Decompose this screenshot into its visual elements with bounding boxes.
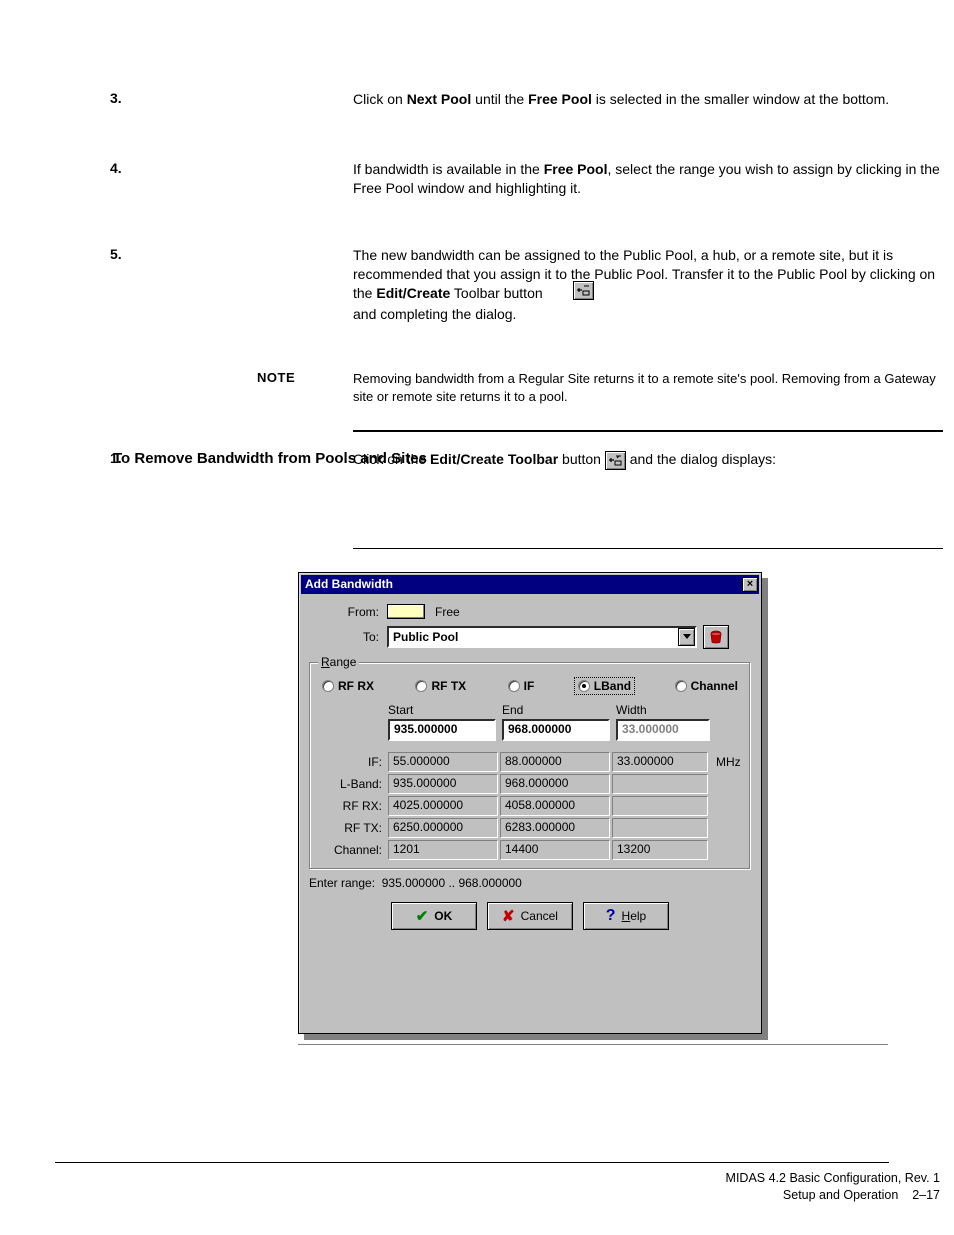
cell: 88.000000 <box>500 752 610 772</box>
close-button[interactable]: × <box>742 577 758 592</box>
cell: 6250.000000 <box>388 818 498 838</box>
start-input[interactable]: 935.000000 <box>388 719 496 741</box>
radio-if[interactable]: IF <box>508 679 535 693</box>
help-button[interactable]: ? Help <box>583 902 669 930</box>
note-label: NOTE <box>257 370 295 385</box>
row-lband: L-Band: 935.000000 968.000000 <box>318 773 742 795</box>
cancel-button[interactable]: ✘ Cancel <box>487 902 573 930</box>
cell <box>612 796 708 816</box>
check-icon: ✔ <box>416 907 429 925</box>
hint-text: Enter range: 935.000000 .. 968.000000 <box>309 876 751 890</box>
range-legend: Range <box>318 655 359 669</box>
dropdown-button[interactable] <box>678 628 695 646</box>
step-number: 5. <box>110 246 122 262</box>
step-number: 4. <box>110 160 122 176</box>
cell: 935.000000 <box>388 774 498 794</box>
divider <box>353 548 943 549</box>
cell: 33.000000 <box>612 752 708 772</box>
question-icon: ? <box>606 907 616 925</box>
width-readonly: 33.000000 <box>616 719 710 741</box>
radio-rf-tx[interactable]: RF TX <box>415 679 466 693</box>
cell: 55.000000 <box>388 752 498 772</box>
divider <box>353 430 943 432</box>
cell: 4025.000000 <box>388 796 498 816</box>
radio-rf-rx[interactable]: RF RX <box>322 679 374 693</box>
from-color-swatch <box>387 604 425 619</box>
row-channel: Channel: 1201 14400 13200 <box>318 839 742 861</box>
end-input[interactable]: 968.000000 <box>502 719 610 741</box>
step-number: 3. <box>110 90 122 106</box>
cell: 4058.000000 <box>500 796 610 816</box>
radio-lband[interactable]: LBand <box>576 679 633 693</box>
cell <box>612 818 708 838</box>
step-text: If bandwidth is available in the Free Po… <box>353 160 943 198</box>
radio-channel[interactable]: Channel <box>675 679 738 693</box>
title-bar[interactable]: Add Bandwidth × <box>301 575 759 594</box>
cell: 968.000000 <box>500 774 610 794</box>
column-headers: Start End Width <box>318 703 742 717</box>
to-label: To: <box>309 630 387 644</box>
from-label: From: <box>309 605 387 619</box>
ok-button[interactable]: ✔ OK <box>391 902 477 930</box>
row-rfrx: RF RX: 4025.000000 4058.000000 <box>318 795 742 817</box>
step-number: 1. <box>110 450 122 466</box>
edit-create-icon <box>573 281 594 300</box>
step-text-cont: and completing the dialog. <box>353 305 943 324</box>
unit-label: MHz <box>716 755 741 769</box>
footer-divider <box>55 1162 889 1163</box>
note-text: Removing bandwidth from a Regular Site r… <box>353 370 943 405</box>
cell: 6283.000000 <box>500 818 610 838</box>
page-footer: MIDAS 4.2 Basic Configuration, Rev. 1 Se… <box>0 1170 940 1204</box>
cell: 14400 <box>500 840 610 860</box>
cell: 13200 <box>612 840 708 860</box>
chevron-down-icon <box>683 634 691 640</box>
range-group: Range RF RX RF TX IF LBand Channel Start… <box>309 655 751 870</box>
row-rftx: RF TX: 6250.000000 6283.000000 <box>318 817 742 839</box>
step-text: The new bandwidth can be assigned to the… <box>353 246 943 303</box>
trash-icon <box>708 630 724 644</box>
from-value: Free <box>435 605 460 619</box>
edit-create-icon <box>605 451 626 470</box>
cell: 1201 <box>388 840 498 860</box>
dialog-title: Add Bandwidth <box>305 575 393 594</box>
add-bandwidth-dialog: Add Bandwidth × From: Free To: Public Po… <box>298 572 762 1034</box>
step-text: Click on the Edit/Create Toolbar button … <box>353 450 943 470</box>
row-if: IF: 55.000000 88.000000 33.000000 MHz <box>318 751 742 773</box>
step-text: Click on Next Pool until the Free Pool i… <box>353 90 943 109</box>
to-value[interactable]: Public Pool <box>389 629 678 645</box>
delete-button[interactable] <box>703 625 729 649</box>
cell <box>612 774 708 794</box>
to-combobox[interactable]: Public Pool <box>387 626 697 648</box>
x-icon: ✘ <box>502 907 515 925</box>
divider <box>298 1044 888 1045</box>
